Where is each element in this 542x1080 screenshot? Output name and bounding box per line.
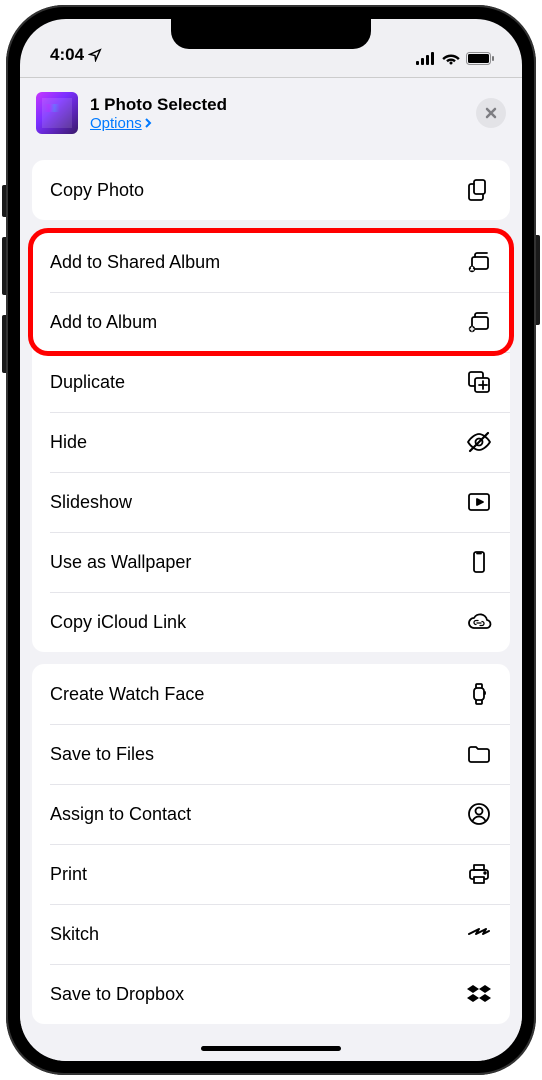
hide-icon	[466, 429, 492, 455]
sheet-header: 1 Photo Selected Options	[20, 78, 522, 148]
options-label: Options	[90, 115, 142, 132]
action-label: Add to Album	[50, 312, 157, 333]
slideshow-icon	[466, 489, 492, 515]
action-skitch[interactable]: Skitch	[32, 904, 510, 964]
action-add-to-shared-album[interactable]: Add to Shared Album	[32, 232, 510, 292]
status-left: 4:04	[50, 45, 102, 65]
notch	[171, 19, 371, 49]
action-label: Create Watch Face	[50, 684, 204, 705]
action-label: Copy Photo	[50, 180, 144, 201]
battery-icon	[466, 52, 494, 65]
action-label: Skitch	[50, 924, 99, 945]
signal-icon	[416, 52, 436, 65]
folder-icon	[466, 741, 492, 767]
wallpaper-icon	[466, 549, 492, 575]
close-button[interactable]	[476, 98, 506, 128]
action-label: Slideshow	[50, 492, 132, 513]
action-label: Add to Shared Album	[50, 252, 220, 273]
add-album-icon	[466, 309, 492, 335]
phone-frame: 4:04	[6, 5, 536, 1075]
duplicate-icon	[466, 369, 492, 395]
action-label: Use as Wallpaper	[50, 552, 191, 573]
action-print[interactable]: Print	[32, 844, 510, 904]
print-icon	[466, 861, 492, 887]
contact-icon	[466, 801, 492, 827]
action-label: Save to Files	[50, 744, 154, 765]
dropbox-icon	[466, 981, 492, 1007]
action-save-to-files[interactable]: Save to Files	[32, 724, 510, 784]
shared-album-icon	[466, 249, 492, 275]
action-save-to-dropbox[interactable]: Save to Dropbox	[32, 964, 510, 1024]
action-group: Create Watch Face Save to Files Assign to …	[32, 664, 510, 1024]
action-hide[interactable]: Hide	[32, 412, 510, 472]
action-label: Hide	[50, 432, 87, 453]
volume-down-button	[2, 315, 6, 373]
watch-icon	[466, 681, 492, 707]
cloud-link-icon	[466, 609, 492, 635]
side-buttons-right	[536, 235, 540, 325]
action-label: Save to Dropbox	[50, 984, 184, 1005]
side-buttons-left	[2, 185, 6, 393]
action-label: Print	[50, 864, 87, 885]
action-group: Add to Shared Album Add to Album Duplicate…	[32, 232, 510, 652]
share-sheet: 1 Photo Selected Options Copy Pho	[20, 77, 522, 1061]
action-label: Copy iCloud Link	[50, 612, 186, 633]
action-label: Assign to Contact	[50, 804, 191, 825]
clock-text: 4:04	[50, 45, 84, 65]
skitch-icon	[466, 921, 492, 947]
sheet-title: 1 Photo Selected	[90, 95, 464, 115]
options-link[interactable]: Options	[90, 115, 464, 132]
action-slideshow[interactable]: Slideshow	[32, 472, 510, 532]
action-copy-photo[interactable]: Copy Photo	[32, 160, 510, 220]
actions-scroll[interactable]: Copy Photo Add to Shared Album Add to Albu…	[20, 148, 522, 1061]
close-icon	[484, 106, 498, 120]
action-use-as-wallpaper[interactable]: Use as Wallpaper	[32, 532, 510, 592]
photo-thumbnail[interactable]	[36, 92, 78, 134]
location-icon	[88, 48, 102, 62]
action-add-to-album[interactable]: Add to Album	[32, 292, 510, 352]
volume-up-button	[2, 237, 6, 295]
copy-doc-icon	[466, 177, 492, 203]
header-text: 1 Photo Selected Options	[90, 95, 464, 132]
action-create-watch-face[interactable]: Create Watch Face	[32, 664, 510, 724]
status-right	[416, 52, 494, 65]
phone-screen: 4:04	[20, 19, 522, 1061]
wifi-icon	[442, 52, 460, 65]
action-copy-icloud-link[interactable]: Copy iCloud Link	[32, 592, 510, 652]
chevron-right-icon	[144, 118, 152, 128]
power-button	[536, 235, 540, 325]
mute-switch	[2, 185, 6, 217]
home-indicator[interactable]	[201, 1046, 341, 1051]
action-label: Duplicate	[50, 372, 125, 393]
action-group: Copy Photo	[32, 160, 510, 220]
action-assign-to-contact[interactable]: Assign to Contact	[32, 784, 510, 844]
action-duplicate[interactable]: Duplicate	[32, 352, 510, 412]
